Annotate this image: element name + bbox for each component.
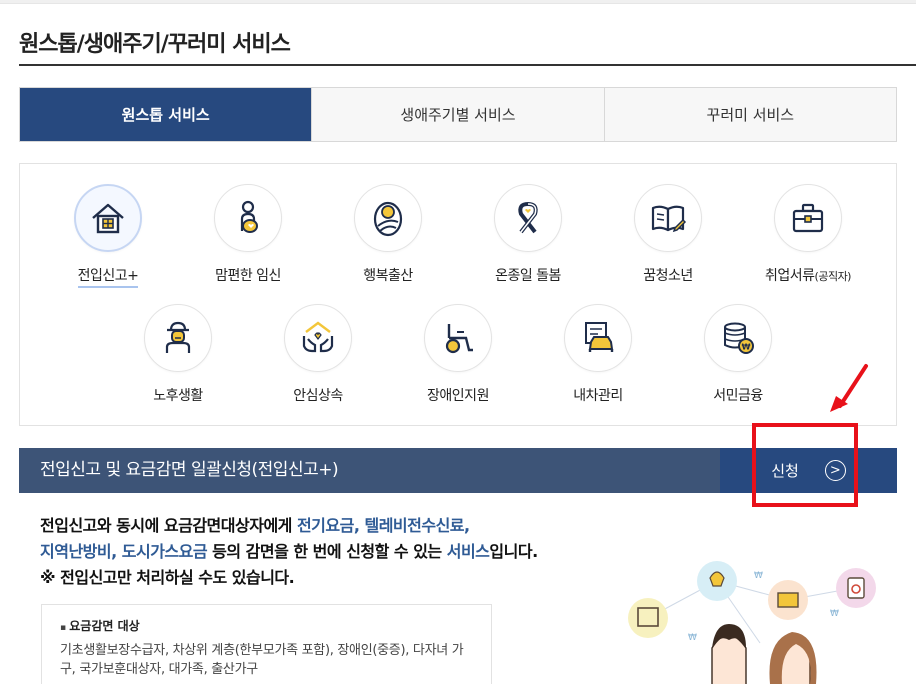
service-item-inheritance[interactable]: 안심상속 [248,304,388,405]
service-item-employment-docs[interactable]: 취업서류(공직자) [738,184,878,285]
car-document-icon [564,304,632,372]
service-item-moving-report[interactable]: 전입신고+ [38,184,178,288]
service-description: 전입신고와 동시에 요금감면대상자에게 전기요금, 텔레비전수신료, 지역난방비… [40,516,538,587]
service-label: 취업서류(공직자) [765,268,851,284]
service-tabs: 원스톱 서비스 생애주기별 서비스 꾸러미 서비스 [19,87,897,142]
service-item-youth[interactable]: 꿈청소년 [598,184,738,285]
service-item-all-day-care[interactable]: 온종일 돌봄 [458,184,598,285]
family-illustration-icon: ₩ ₩ ₩ ₩ [628,561,876,684]
service-icon-panel: 전입신고+ 맘편한 임신 행복출산 온종일 돌봄 꿈청소년 취업서류(공직자) … [19,163,897,426]
svg-text:₩: ₩ [742,343,751,352]
top-border [0,0,916,4]
svg-text:₩: ₩ [754,571,763,581]
house-icon [74,184,142,252]
service-label: 내차관리 [573,388,623,404]
service-label: 꿈청소년 [643,268,693,284]
open-book-icon [634,184,702,252]
tab-package[interactable]: 꾸러미 서비스 [603,88,896,141]
pregnant-mother-icon [214,184,282,252]
annotation-arrow-icon [830,364,868,412]
svg-text:₩: ₩ [830,609,839,619]
care-ribbon-icon [494,184,562,252]
service-item-disability-support[interactable]: 장애인지원 [388,304,528,405]
newborn-baby-icon [354,184,422,252]
wheelchair-icon [424,304,492,372]
service-item-birth[interactable]: 행복출산 [318,184,458,285]
coin-stack-icon: ₩ [704,304,772,372]
tab-lifecycle[interactable]: 생애주기별 서비스 [311,88,604,141]
hands-heart-home-icon [284,304,352,372]
service-item-microfinance[interactable]: ₩ 서민금융 [668,304,808,405]
service-label: 행복출산 [363,268,413,284]
title-divider [19,64,916,66]
reduction-target-box: 요금감면 대상 기초생활보장수급자, 차상위 계층(한부모가족 포함), 장애인… [41,604,492,684]
service-label: 장애인지원 [427,388,489,404]
description-note: ※ 전입신고만 처리하실 수도 있습니다. [40,568,295,587]
reduction-target-text: 기초생활보장수급자, 차상위 계층(한부모가족 포함), 장애인(중증), 다자… [60,643,464,677]
svg-text:₩: ₩ [688,633,697,643]
service-item-pregnancy[interactable]: 맘편한 임신 [178,184,318,285]
selected-service-title: 전입신고 및 요금감면 일괄신청(전입신고+) [40,460,339,480]
tab-onestop[interactable]: 원스톱 서비스 [20,88,312,141]
service-label: 안심상속 [293,388,343,404]
service-item-my-car[interactable]: 내차관리 [528,304,668,405]
page-title: 원스톱/생애주기/꾸러미 서비스 [19,32,291,57]
service-item-retirement[interactable]: 노후생활 [108,304,248,405]
service-label: 서민금융 [713,388,763,404]
annotation-highlight-box [752,423,858,507]
service-label: 맘편한 임신 [215,268,281,284]
elderly-person-icon [144,304,212,372]
service-label: 노후생활 [153,388,203,404]
briefcase-icon [774,184,842,252]
service-label: 온종일 돌봄 [495,268,561,284]
reduction-target-heading: 요금감면 대상 [60,617,473,634]
service-label: 전입신고+ [77,265,139,288]
